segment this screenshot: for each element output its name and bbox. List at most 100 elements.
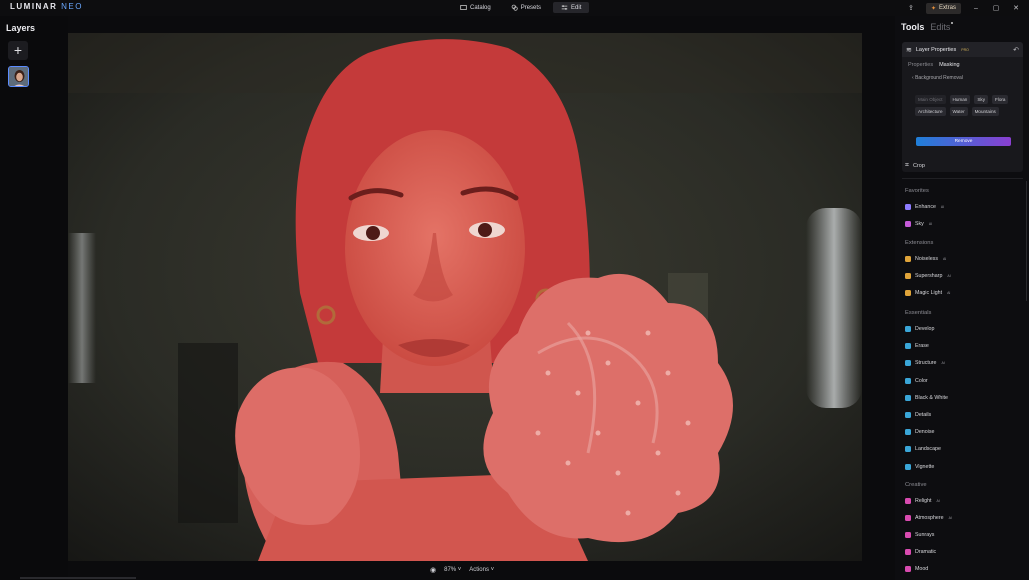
supersharp-icon	[905, 273, 911, 279]
tool-vignette[interactable]: Vignette	[905, 463, 935, 470]
close-icon[interactable]: ✕	[1011, 4, 1021, 12]
actions-dropdown[interactable]: Actions ˅	[469, 567, 494, 573]
tool-crop[interactable]: ⌗ Crop	[905, 162, 925, 170]
chip-sky[interactable]: Sky	[974, 95, 988, 104]
extras-label: Extras	[938, 5, 956, 11]
sliders-icon	[561, 5, 568, 10]
ai-badge: AI	[942, 257, 947, 261]
chip-human[interactable]: Human	[949, 95, 971, 104]
tools-tab[interactable]: Tools	[901, 22, 924, 32]
zoom-dropdown[interactable]: 87% ˅	[444, 567, 461, 573]
eye-icon[interactable]: ◉	[430, 566, 436, 574]
tool-black-white[interactable]: Black & White	[905, 394, 948, 401]
tool-erase[interactable]: Erase	[905, 343, 929, 350]
tool-details[interactable]: Details	[905, 412, 931, 418]
tool-label: Enhance	[915, 204, 936, 210]
chip-main-object[interactable]: Main Object	[915, 95, 946, 104]
section-essentials: Essentials	[905, 310, 932, 316]
tool-label: Supersharp	[915, 273, 943, 279]
ai-badge: AI	[928, 222, 933, 226]
tool-color[interactable]: Color	[905, 377, 928, 384]
tool-dramatic[interactable]: Dramatic	[905, 549, 936, 555]
noiseless-icon	[905, 256, 911, 262]
tool-denoise[interactable]: Denoise	[905, 429, 935, 436]
mood-icon	[905, 566, 911, 572]
reset-icon[interactable]: ↶	[1013, 46, 1019, 54]
extras-icon: ✦	[930, 5, 936, 12]
tool-label: Atmosphere	[915, 515, 944, 521]
tool-label: Mood	[915, 566, 929, 572]
pro-badge: PRO	[961, 47, 969, 52]
layer-thumbnail-image	[9, 67, 28, 86]
tool-noiseless[interactable]: Noiseless AI	[905, 256, 946, 262]
tool-label: Landscape	[915, 446, 941, 453]
mode-nav: Catalog Presets Edit	[452, 2, 590, 14]
dramatic-icon	[905, 549, 911, 555]
tool-label: Vignette	[915, 463, 935, 470]
vignette-icon	[905, 463, 911, 470]
tool-mood[interactable]: Mood	[905, 566, 928, 572]
layer-properties-header[interactable]: ≋ Layer Properties PRO ↶	[902, 42, 1023, 57]
tool-label: Sunrays	[915, 532, 935, 538]
tool-label: Relight	[915, 498, 932, 504]
ai-badge: AI	[940, 205, 945, 209]
logo-main-text: LUMINAR	[10, 2, 58, 11]
enhance-icon	[905, 204, 911, 210]
tool-sunrays[interactable]: Sunrays	[905, 532, 934, 538]
layer-thumbnail[interactable]	[8, 66, 29, 87]
tool-develop[interactable]: Develop	[905, 326, 934, 332]
edits-tab[interactable]: Edits	[930, 22, 954, 32]
chip-architecture[interactable]: Architecture	[915, 107, 946, 116]
tool-label: Black & White	[915, 394, 948, 401]
maximize-icon[interactable]: ▢	[991, 4, 1001, 12]
catalog-icon	[460, 5, 467, 10]
tool-enhance[interactable]: Enhance AI	[905, 204, 944, 210]
chevron-left-icon: ‹	[912, 75, 914, 81]
tool-label: Dramatic	[915, 549, 937, 555]
add-layer-button[interactable]: +	[8, 41, 28, 60]
tool-sky[interactable]: Sky AI	[905, 221, 932, 227]
share-icon[interactable]: ⇪	[906, 4, 916, 12]
catalog-tab[interactable]: Catalog	[452, 2, 499, 13]
relight-icon	[905, 498, 911, 504]
tab-masking[interactable]: Masking	[939, 62, 959, 68]
tool-label: Details	[915, 412, 932, 418]
section-extensions: Extensions	[905, 240, 934, 246]
photo-canvas[interactable]	[68, 33, 862, 561]
edits-indicator	[951, 22, 954, 24]
tool-structure[interactable]: Structure AI	[905, 360, 945, 367]
landscape-icon	[905, 446, 911, 453]
chip-flora[interactable]: Flora	[992, 95, 1009, 104]
tools-scrollbar[interactable]	[1026, 181, 1027, 301]
canvas-bottom-bar: ◉ 87% ˅ Actions ˅	[430, 565, 494, 575]
chip-water[interactable]: Water	[949, 107, 968, 116]
tool-supersharp[interactable]: Supersharp AI	[905, 273, 951, 279]
ai-badge: AI	[947, 291, 951, 295]
tool-landscape[interactable]: Landscape	[905, 446, 941, 453]
tool-relight[interactable]: Relight AI	[905, 498, 940, 504]
ai-badge: AI	[941, 361, 945, 366]
details-icon	[905, 412, 911, 418]
tool-label: Structure	[915, 360, 937, 367]
layers-stack-icon: ≋	[906, 46, 912, 54]
minimize-icon[interactable]: –	[971, 5, 981, 12]
background-removal-toggle[interactable]: ‹ Background Removal	[912, 75, 1023, 81]
remove-button[interactable]: Remove	[916, 137, 1011, 146]
ai-badge: AI	[948, 516, 952, 520]
sunrays-icon	[905, 532, 911, 538]
chip-mountains[interactable]: Mountains	[971, 107, 999, 116]
tool-magic-light[interactable]: Magic Light AI	[905, 290, 950, 296]
edit-tab[interactable]: Edit	[553, 2, 590, 13]
extras-button[interactable]: ✦ Extras	[925, 2, 961, 14]
tool-label: Denoise	[915, 429, 935, 436]
presets-icon	[511, 4, 518, 11]
tab-properties[interactable]: Properties	[908, 62, 933, 68]
actions-label: Actions	[469, 567, 489, 573]
tools-panel: Tools Edits ≋ Layer Properties PRO ↶ Pro…	[895, 16, 1029, 580]
color-icon	[905, 377, 911, 384]
tool-atmosphere[interactable]: Atmosphere AI	[905, 515, 952, 521]
filmstrip-scrollbar[interactable]	[20, 577, 136, 579]
develop-icon	[905, 326, 911, 332]
presets-tab[interactable]: Presets	[503, 2, 549, 13]
denoise-icon	[905, 429, 911, 436]
